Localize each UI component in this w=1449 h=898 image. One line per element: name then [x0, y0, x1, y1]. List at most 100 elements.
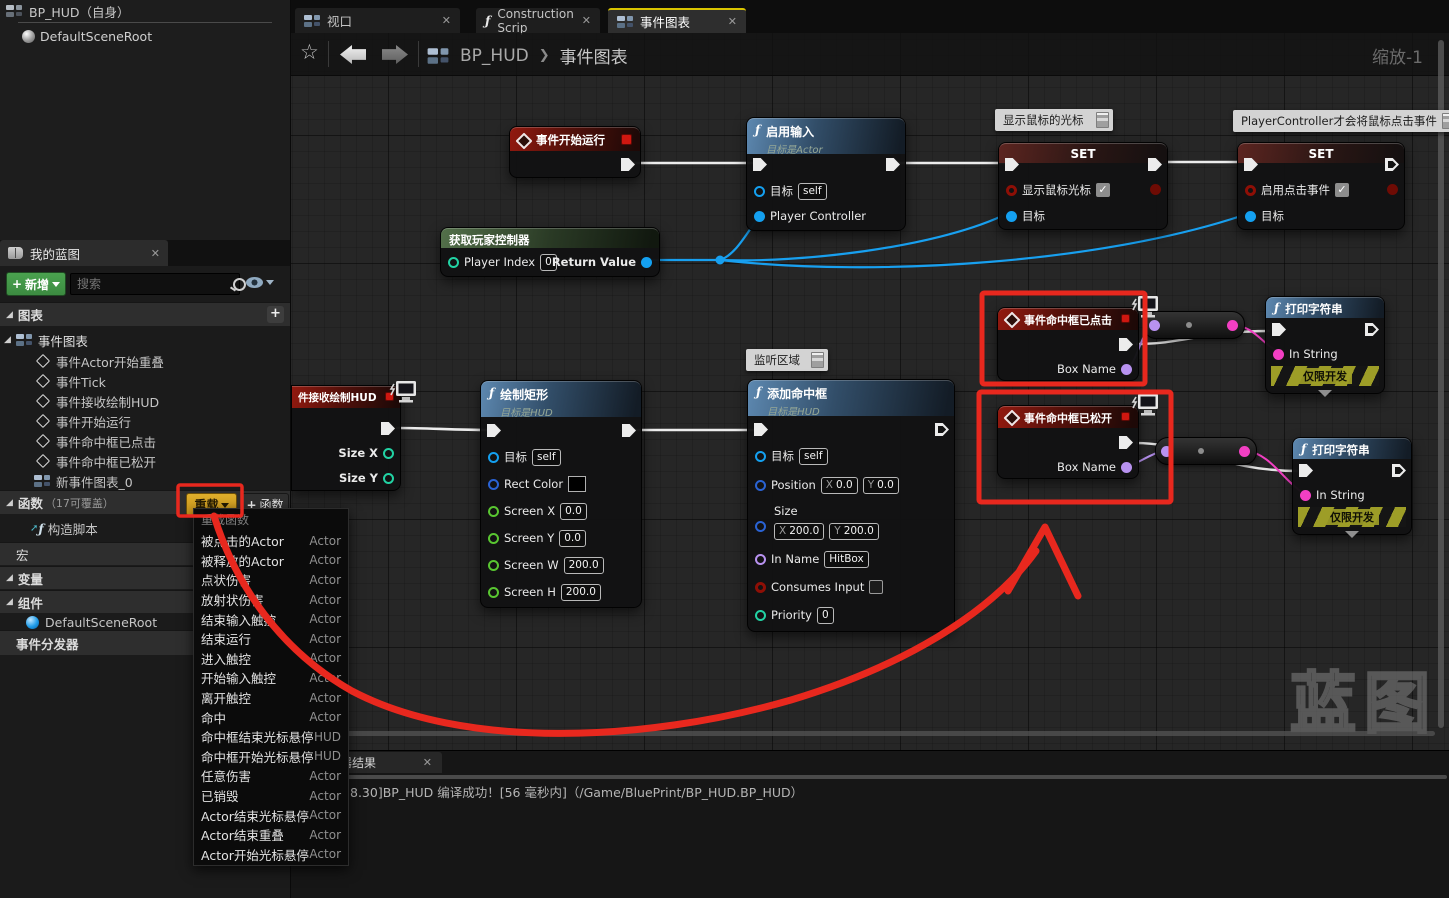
tree-item-event[interactable]: 事件Tick: [0, 371, 328, 391]
tree-item-event[interactable]: 事件接收绘制HUD: [0, 391, 328, 411]
string-out-pin[interactable]: [1227, 320, 1238, 331]
name-in-pin[interactable]: [1161, 446, 1172, 457]
tab-construction-script[interactable]: ƒ Construction Scrip✕: [476, 8, 600, 33]
node-print-string[interactable]: ƒ 打印字符串 In String 仅限开发: [1265, 296, 1385, 394]
exec-out-pin[interactable]: [1392, 464, 1406, 477]
node-set-enable-click-events[interactable]: SET 启用点击事件 ✓ 目标: [1237, 142, 1405, 230]
exec-out-pin[interactable]: [935, 423, 949, 436]
node-event-hitbox-release[interactable]: 事件命中框已松开 Box Name: [997, 405, 1139, 479]
target-pin[interactable]: [754, 186, 765, 197]
player-controller-pin[interactable]: [754, 211, 765, 222]
section-graphs[interactable]: ◢ 图表 +: [0, 302, 290, 326]
add-new-button[interactable]: +新增: [6, 272, 66, 296]
back-arrow-icon[interactable]: [340, 45, 366, 64]
tree-item-event[interactable]: 事件命中框已点击: [0, 431, 328, 451]
screen-h-pin[interactable]: [488, 587, 499, 598]
node-header[interactable]: ƒ 启用输入目标是Actor: [747, 118, 905, 154]
node-header[interactable]: ƒ 绘制矩形目标是HUD: [481, 381, 641, 417]
collapse-triangle-icon[interactable]: ◢: [6, 310, 13, 320]
menu-item[interactable]: 点状伤害Actor: [194, 570, 348, 590]
value-box[interactable]: 0.0: [559, 530, 586, 547]
value-box[interactable]: 200.0: [564, 557, 604, 574]
node-add-hitbox[interactable]: ƒ 添加命中框目标是HUD 目标 self Position X0.0 Y0.0…: [747, 379, 955, 632]
to-string-conversion-node[interactable]: [1155, 437, 1257, 465]
forward-arrow-icon[interactable]: [382, 45, 408, 64]
consumes-input-pin[interactable]: [755, 582, 766, 593]
position-y-box[interactable]: Y0.0: [863, 477, 899, 494]
tab-my-blueprint[interactable]: 我的蓝图 ✕: [0, 240, 168, 266]
size-x-pin[interactable]: [383, 448, 394, 459]
visibility-filter-button[interactable]: [246, 276, 274, 289]
node-header[interactable]: 事件开始运行: [510, 127, 640, 151]
checkbox-checked[interactable]: ✓: [1096, 183, 1110, 197]
bool-out-pin[interactable]: [1387, 184, 1398, 195]
menu-item[interactable]: 被点击的ActorActor: [194, 531, 348, 551]
collapse-triangle-icon[interactable]: ◢: [4, 335, 11, 345]
component-row-default-scene-root[interactable]: DefaultSceneRoot: [22, 26, 152, 46]
tree-item-new-event-graph[interactable]: 新事件图表_0: [0, 471, 324, 491]
menu-item[interactable]: 已销毁Actor: [194, 786, 348, 806]
node-header[interactable]: 事件命中框已松开: [998, 406, 1138, 428]
exec-in-pin[interactable]: [487, 424, 501, 437]
comment-listen-area[interactable]: 监听区域: [746, 349, 828, 371]
rect-color-pin[interactable]: [488, 479, 499, 490]
exec-out-pin[interactable]: [622, 424, 636, 437]
exec-out-pin[interactable]: [1119, 338, 1133, 351]
log-scrollbar[interactable]: [292, 775, 1447, 779]
size-y-box[interactable]: Y200.0: [829, 523, 878, 540]
tree-item-event[interactable]: 事件开始运行: [0, 411, 328, 431]
graph-vertical-scrollbar[interactable]: [1438, 40, 1444, 728]
favorite-star-icon[interactable]: ☆: [300, 40, 319, 64]
name-in-pin[interactable]: [1149, 320, 1160, 331]
box-name-pin[interactable]: [1121, 462, 1132, 473]
menu-item[interactable]: 命中框开始光标悬停HUD: [194, 747, 348, 767]
menu-item[interactable]: Actor结束重叠Actor: [194, 825, 348, 845]
collapse-arrow-icon[interactable]: [1345, 531, 1359, 538]
value-box[interactable]: 0.0: [560, 503, 587, 520]
exec-in-pin[interactable]: [1272, 323, 1286, 336]
node-header[interactable]: SET: [1238, 143, 1404, 163]
menu-item[interactable]: Actor结束光标悬停Actor: [194, 805, 348, 825]
tree-item-event-graph[interactable]: ◢ 事件图表: [0, 330, 290, 350]
node-event-hitbox-click[interactable]: 事件命中框已点击 Box Name: [997, 307, 1139, 381]
breadcrumb-asset[interactable]: BP_HUD: [460, 46, 529, 66]
checkbox-checked[interactable]: ✓: [1335, 183, 1349, 197]
tree-item-event[interactable]: 事件命中框已松开: [0, 451, 328, 471]
exec-out-pin[interactable]: [621, 158, 635, 171]
return-value-pin[interactable]: [641, 257, 652, 268]
comment-pin-icon[interactable]: [1442, 113, 1449, 129]
search-box[interactable]: [70, 273, 240, 295]
exec-in-pin[interactable]: [754, 423, 768, 436]
collapse-triangle-icon[interactable]: ◢: [6, 597, 13, 607]
exec-in-pin[interactable]: [753, 158, 767, 171]
screen-y-pin[interactable]: [488, 533, 499, 544]
comment-show-cursor[interactable]: 显示鼠标的光标: [995, 109, 1113, 131]
collapse-triangle-icon[interactable]: ◢: [6, 573, 13, 583]
node-get-player-controller[interactable]: 获取玩家控制器 Player Index 0 Return Value: [440, 227, 660, 277]
node-header[interactable]: ƒ 打印字符串: [1266, 297, 1384, 318]
in-string-pin[interactable]: [1300, 490, 1311, 501]
size-pin[interactable]: [755, 521, 766, 532]
position-x-box[interactable]: X0.0: [821, 477, 858, 494]
search-input[interactable]: [71, 277, 233, 291]
node-enable-input[interactable]: ƒ 启用输入目标是Actor 目标 self Player Controller: [746, 117, 906, 231]
close-icon[interactable]: ✕: [151, 247, 160, 260]
size-y-pin[interactable]: [383, 473, 394, 484]
node-event-begin-play[interactable]: 事件开始运行: [509, 126, 641, 178]
comment-click-events[interactable]: PlayerController才会将鼠标点击事件: [1233, 110, 1449, 132]
graph-horizontal-scrollbar[interactable]: [292, 731, 1435, 736]
close-icon[interactable]: ✕: [442, 14, 451, 27]
menu-item[interactable]: 进入触控Actor: [194, 649, 348, 669]
box-name-pin[interactable]: [1121, 364, 1132, 375]
exec-out-pin[interactable]: [886, 158, 900, 171]
target-value-box[interactable]: self: [799, 448, 828, 465]
breadcrumb-graph[interactable]: 事件图表: [560, 43, 628, 68]
color-swatch[interactable]: [568, 476, 586, 492]
node-header[interactable]: 获取玩家控制器: [441, 228, 659, 248]
exec-out-pin[interactable]: [1119, 436, 1133, 449]
bool-in-pin[interactable]: [1006, 185, 1017, 196]
target-pin[interactable]: [1006, 211, 1017, 222]
priority-pin[interactable]: [755, 610, 766, 621]
close-icon[interactable]: ✕: [423, 756, 432, 769]
priority-value-box[interactable]: 0: [817, 607, 834, 624]
